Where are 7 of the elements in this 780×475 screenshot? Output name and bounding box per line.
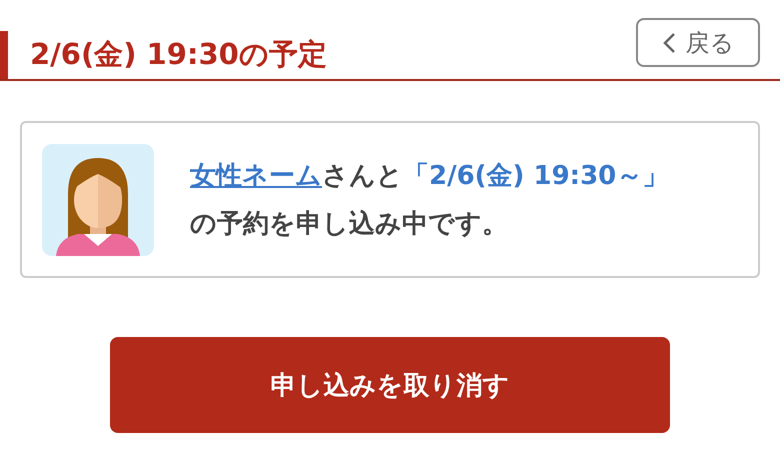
chevron-left-icon [662, 32, 676, 54]
name-link[interactable]: 女性ネーム [190, 160, 322, 190]
page-title: 2/6(金) 19:30の予定 [30, 36, 327, 73]
accent-bar [0, 31, 8, 79]
reservation-message: 女性ネームさんと「2/6(金) 19:30～」 の予約を申し込み中です。 [190, 160, 668, 240]
cancel-button[interactable]: 申し込みを取り消す [110, 337, 670, 433]
back-button[interactable]: 戻る [636, 18, 760, 67]
